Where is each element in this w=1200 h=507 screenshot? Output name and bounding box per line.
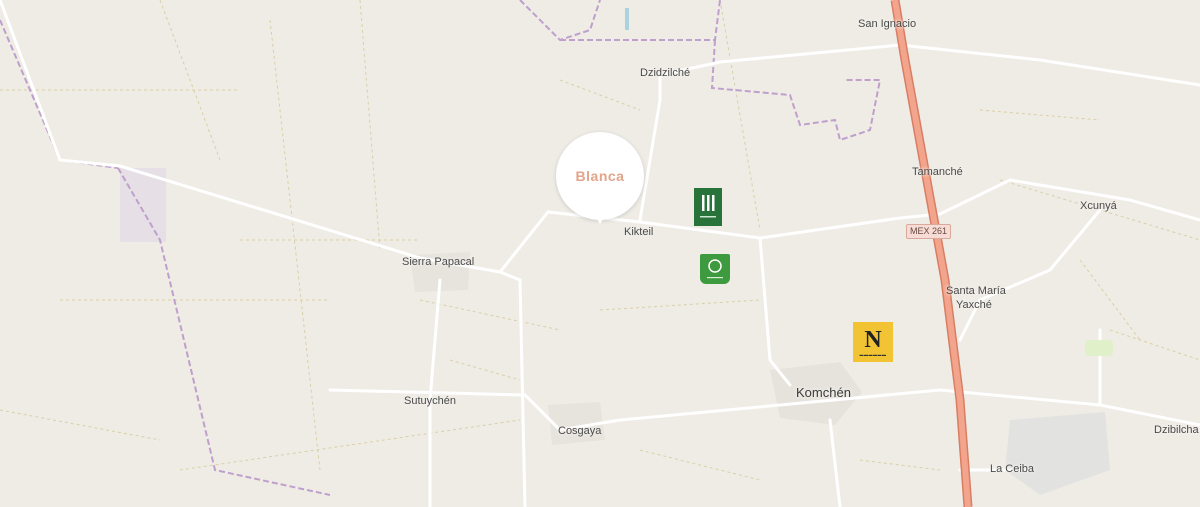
place-label-cosgaya: Cosgaya — [558, 425, 602, 437]
marker-subtext: ▬▬▬▬▬▬ — [859, 351, 887, 357]
location-pin-blanca[interactable]: Blanca — [556, 132, 644, 230]
road-shield-mex-261: MEX 261 — [906, 224, 952, 239]
place-label-san-ignacio: San Ignacio — [858, 18, 917, 30]
letter-n-logo-icon: N — [864, 326, 882, 353]
place-label-tamanche: Tamanché — [912, 166, 963, 178]
place-label-dzibilchaltun: Dzibilcha — [1154, 424, 1199, 436]
bars-logo-icon — [700, 195, 716, 229]
poi-marker-n[interactable]: N ▬▬▬▬▬▬ — [853, 322, 893, 362]
map-view[interactable]: San Ignacio Dzidzilché Tamanché Xcunyá K… — [0, 0, 1200, 507]
place-label-yaxche: Yaxché — [956, 299, 992, 311]
pin-label: Blanca — [575, 168, 625, 184]
poi-marker-jardines[interactable] — [694, 188, 722, 229]
place-label-santa-maria: Santa María — [946, 285, 1006, 297]
place-label-sierra-papacal: Sierra Papacal — [402, 256, 475, 268]
place-label-sutuychen: Sutuychén — [404, 395, 456, 407]
pin-tip — [594, 214, 606, 224]
circle-logo-icon — [707, 259, 723, 279]
place-label-dzidzilche: Dzidzilché — [640, 67, 691, 79]
poi-marker-la-reserva[interactable] — [700, 254, 730, 284]
place-label-la-ceiba: La Ceiba — [990, 463, 1035, 475]
place-label-xcunya: Xcunyá — [1080, 200, 1117, 212]
place-label-komchen: Komchén — [796, 385, 851, 400]
pin-circle: Blanca — [556, 132, 644, 220]
